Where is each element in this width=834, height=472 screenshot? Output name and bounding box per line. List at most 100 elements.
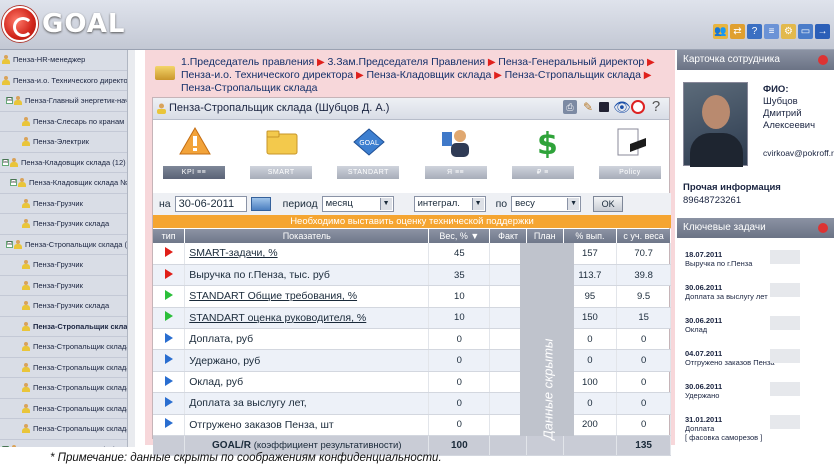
breadcrumb-item[interactable]: 1.Председатель правления (181, 56, 314, 68)
play-arrow-icon[interactable] (164, 354, 173, 365)
date-input[interactable]: 30-06-2011 (174, 196, 247, 212)
tree-item[interactable]: Пенза-Стропальщик склада (0, 419, 134, 440)
column-header[interactable]: тип (153, 229, 186, 243)
tree-item[interactable]: Пенза-Стропальщик склад (0, 317, 134, 337)
calendar-icon[interactable] (250, 197, 271, 211)
table-row[interactable]: Выручка по г.Пенза, тыс. руб 35 113.7 39.8 (153, 264, 671, 287)
table-row[interactable]: STANDART оценка руководителя, % 10 150 15 (153, 307, 671, 330)
tab-kpi[interactable]: KPI ≡≡ (163, 121, 225, 179)
ok-button[interactable]: OK (593, 196, 624, 212)
collapse-toggle-icon[interactable]: ⊟ (6, 240, 13, 248)
tab-standart[interactable]: GOAL STANDART (337, 121, 400, 179)
tab-folder[interactable]: SMART (250, 121, 313, 179)
tree-item[interactable]: Пенза-Грузчик (0, 255, 134, 276)
tree-item[interactable]: Пенза-Грузчик склада (0, 296, 134, 317)
column-header[interactable]: План (526, 229, 564, 243)
task-item[interactable]: 18.07.2011 Выручка по г.Пенза (677, 246, 834, 279)
column-header[interactable]: Вес, % ▼ (428, 229, 491, 243)
tree-item[interactable]: ⊟ Пенза-Стропальщик склада (8 (0, 235, 134, 255)
breadcrumb-item[interactable]: Пенза-Кладовщик склада (366, 69, 491, 81)
tree-item[interactable]: Пенза-Стропальщик склада (0, 337, 134, 358)
help-icon[interactable]: ? (649, 99, 663, 114)
tab-policy[interactable]: Policy (598, 121, 661, 179)
tree-scrollbar[interactable] (127, 50, 135, 447)
eye-icon[interactable]: 👁 (613, 100, 631, 114)
cell-name[interactable]: STANDART оценка руководителя, % (184, 307, 430, 330)
tree-item[interactable]: Пенза-Грузчик склада (0, 214, 134, 235)
exit-icon[interactable]: → (815, 24, 830, 39)
tree-item[interactable]: Пенза-Грузчик (0, 276, 134, 296)
play-arrow-icon[interactable] (164, 311, 173, 322)
tree-item[interactable]: Пенза-HR-менеджер (0, 50, 134, 71)
person-icon (2, 55, 10, 65)
email-link[interactable]: cvirkoav@pokroff.ru (763, 148, 834, 158)
cell-name[interactable]: SMART-задачи, % (184, 243, 430, 265)
mode-select[interactable]: интеграл. (413, 196, 486, 212)
play-arrow-icon[interactable] (164, 375, 173, 386)
type-cell (153, 392, 186, 415)
cell-name[interactable]: STANDART Общие требования, % (184, 285, 430, 308)
tree-item[interactable]: Пенза-Слесарь по кранам (0, 112, 134, 132)
table-row[interactable]: Доплата, руб 0 0 0 (153, 328, 671, 351)
task-item[interactable]: 30.06.2011 Доплата за выслугу лет (677, 279, 834, 312)
column-header[interactable]: с уч. веса (616, 229, 671, 243)
window-icon[interactable]: ▭ (798, 24, 813, 39)
play-arrow-icon[interactable] (164, 418, 173, 429)
table-row[interactable]: Отгружено заказов Пенза, шт 0 200 0 (153, 414, 671, 437)
period-select[interactable]: месяц (321, 196, 394, 212)
printer-icon[interactable]: ⎙ (563, 100, 577, 114)
play-arrow-icon[interactable] (164, 289, 173, 300)
tab-money[interactable]: $ ₽ ≡ (511, 121, 574, 179)
tree-item[interactable]: Пенза-Грузчик (0, 194, 134, 214)
help-book-icon[interactable]: ? (747, 24, 762, 39)
tree-item[interactable]: ⊟ Пенза-Главный энергетик-началь (0, 91, 134, 112)
tree-item[interactable]: ⊟ Пенза-Начальник цеха (24) (0, 440, 134, 447)
tab-person[interactable]: Я ≡≡ (424, 121, 487, 179)
table-row[interactable]: STANDART Общие требования, % 10 95 9.5 (153, 285, 671, 308)
breadcrumb-item[interactable]: Пенза-Стропальщик склада (181, 82, 317, 94)
breadcrumb-item[interactable]: Пенза-Стропальщик склада (505, 69, 641, 81)
collapse-toggle-icon[interactable]: ⊟ (6, 97, 13, 105)
brush-icon[interactable]: ✎ (581, 100, 595, 114)
tree-item[interactable]: Пенза-Стропальщик склада (0, 358, 134, 378)
tree-item[interactable]: ⊟ Пенза-Кладовщик склада (12) (0, 153, 134, 173)
collapse-toggle-icon[interactable]: ⊟ (10, 179, 17, 187)
tree-item[interactable]: Пенза-и.о. Технического директор (0, 71, 134, 91)
column-header[interactable]: % вып. (563, 229, 618, 243)
close-icon[interactable] (818, 55, 828, 65)
collapse-toggle-icon[interactable]: ⊟ (2, 158, 9, 166)
tree-item[interactable]: ⊟ Пенза-Кладовщик склада №2 ( (0, 173, 134, 194)
task-item[interactable]: 31.01.2011 Доплата [ фасовка саморезов ] (677, 411, 834, 444)
column-header[interactable]: Факт (489, 229, 527, 243)
tree-item[interactable]: Пенза-Стропальщик склада (0, 378, 134, 399)
support-rating-banner[interactable]: Необходимо выставить оценку технической … (153, 215, 671, 228)
play-arrow-icon[interactable] (164, 396, 173, 407)
tree-item[interactable]: Пенза-Электрик (0, 132, 134, 153)
users-icon[interactable]: 👥 (713, 24, 728, 39)
collapse-toggle-icon[interactable]: ⊟ (2, 445, 9, 447)
table-row[interactable]: Удержано, руб 0 0 0 (153, 349, 671, 372)
table-row[interactable]: Доплата за выслугу лет, 0 0 0 (153, 392, 671, 415)
transfer-icon[interactable]: ⇄ (730, 24, 745, 39)
play-arrow-icon[interactable] (164, 268, 173, 279)
task-item[interactable]: 04.07.2011 Отгружено заказов Пенза (677, 345, 834, 378)
person-icon (22, 280, 30, 290)
table-row[interactable]: SMART-задачи, % 45 157 70.7 (153, 243, 671, 265)
target-icon[interactable] (631, 100, 645, 114)
play-arrow-icon[interactable] (164, 332, 173, 343)
square-icon[interactable] (599, 102, 609, 112)
column-header[interactable]: Показатель (184, 229, 430, 243)
document-icon[interactable]: ≡ (764, 24, 779, 39)
tree-item[interactable]: Пенза-Стропальщик склада (0, 399, 134, 419)
play-arrow-icon[interactable] (164, 246, 173, 257)
task-item[interactable]: 30.06.2011 Оклад (677, 312, 834, 345)
table-row[interactable]: Оклад, руб 0 100 0 (153, 371, 671, 394)
tree-item-label: Пенза-Электрик (33, 137, 89, 147)
by-select[interactable]: весу (511, 196, 582, 212)
breadcrumb-item[interactable]: Пенза-Генеральный директор (498, 56, 644, 68)
settings-icon[interactable]: ⚙ (781, 24, 796, 39)
breadcrumb-item[interactable]: Пенза-и.о. Технического директора (181, 69, 353, 81)
breadcrumb-item[interactable]: 3.Зам.Председателя Правления (327, 56, 485, 68)
task-item[interactable]: 30.06.2011 Удержано (677, 378, 834, 411)
close-tasks-icon[interactable] (818, 223, 828, 233)
